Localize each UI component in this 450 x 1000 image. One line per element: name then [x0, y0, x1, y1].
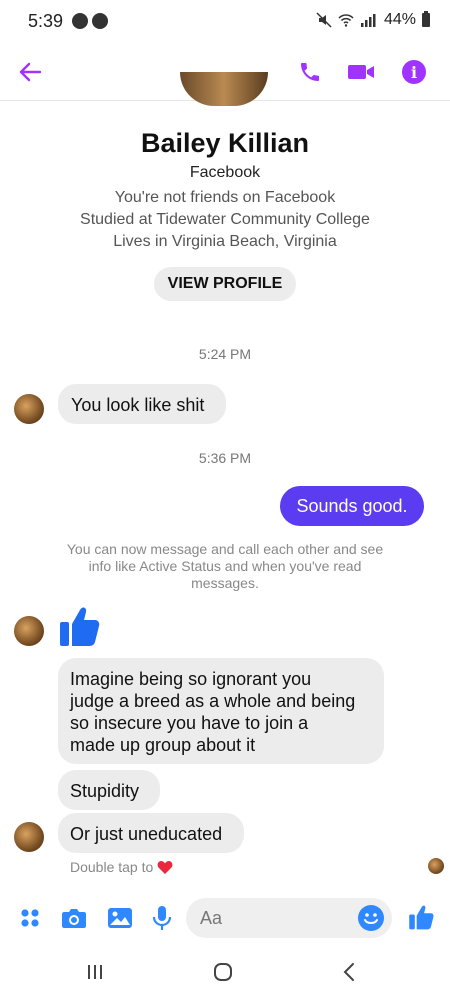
message-text: Or just uneducated	[70, 824, 223, 844]
microphone-icon[interactable]	[150, 904, 174, 932]
reaction-hint: Double tap to	[70, 859, 173, 875]
reaction-hint-text: Double tap to	[70, 859, 154, 875]
seen-indicator-avatar	[428, 858, 444, 874]
message-text-line: judge a breed as a whole and being	[70, 691, 356, 711]
sender-avatar[interactable]	[14, 616, 44, 646]
home-icon[interactable]	[212, 961, 234, 988]
whatsapp-notification-icon	[72, 13, 88, 29]
system-nav-bar	[0, 948, 450, 1000]
camera-icon[interactable]	[60, 904, 88, 932]
sender-avatar[interactable]	[14, 822, 44, 852]
status-time: 5:39	[28, 11, 64, 31]
video-camera-icon[interactable]	[346, 58, 376, 86]
battery-percent: 44%	[383, 11, 416, 28]
status-bar: 5:39 44%	[0, 0, 450, 44]
battery-icon	[422, 11, 430, 27]
menu-dots-icon[interactable]	[18, 906, 42, 930]
mute-icon	[316, 12, 332, 28]
message-text-line: Imagine being so ignorant you	[70, 669, 312, 689]
signal-icon	[360, 14, 376, 27]
info-icon[interactable]: i	[402, 60, 426, 84]
system-message: You can now message and call each other …	[66, 541, 384, 591]
sender-avatar[interactable]	[14, 394, 44, 424]
message-text: You look like shit	[71, 395, 205, 415]
heart-icon	[157, 860, 173, 874]
like-button-icon[interactable]	[406, 902, 436, 932]
phone-icon[interactable]	[296, 58, 324, 86]
messenger-notification-icon	[92, 13, 108, 29]
message-text-line: made up group about it	[70, 735, 256, 755]
gallery-icon[interactable]	[106, 904, 134, 932]
status-indicators: 44%	[316, 11, 430, 29]
timestamp: 5:36 PM	[198, 450, 252, 466]
message-bubble[interactable]: You look like shit	[58, 384, 226, 424]
timestamp: 5:24 PM	[198, 346, 252, 362]
view-profile-button[interactable]: VIEW PROFILE	[154, 267, 296, 301]
profile-friend-status: You're not friends on Facebook	[114, 189, 336, 206]
wifi-icon	[338, 14, 354, 27]
message-input-placeholder: Aa	[200, 908, 223, 928]
profile-name: Bailey Killian	[140, 128, 310, 158]
message-bubble[interactable]: Imagine being so ignorant you judge a br…	[58, 658, 384, 764]
back-nav-icon[interactable]	[340, 961, 358, 988]
outgoing-message-bubble[interactable]: Sounds good.	[280, 486, 424, 526]
emoji-icon[interactable]	[358, 905, 384, 931]
profile-location: Lives in Virginia Beach, Virginia	[113, 233, 337, 250]
message-bubble[interactable]: Or just uneducated	[58, 813, 244, 853]
profile-education: Studied at Tidewater Community College	[80, 211, 370, 228]
like-reaction-icon[interactable]	[58, 604, 100, 653]
profile-platform: Facebook	[189, 164, 261, 181]
message-text: Stupidity	[70, 781, 140, 801]
message-input[interactable]: Aa	[186, 898, 392, 938]
recent-apps-icon[interactable]	[84, 962, 106, 987]
back-arrow-icon[interactable]	[16, 58, 44, 86]
message-bubble[interactable]: Stupidity	[58, 770, 160, 810]
message-text-line: so insecure you have to join a	[70, 713, 309, 733]
